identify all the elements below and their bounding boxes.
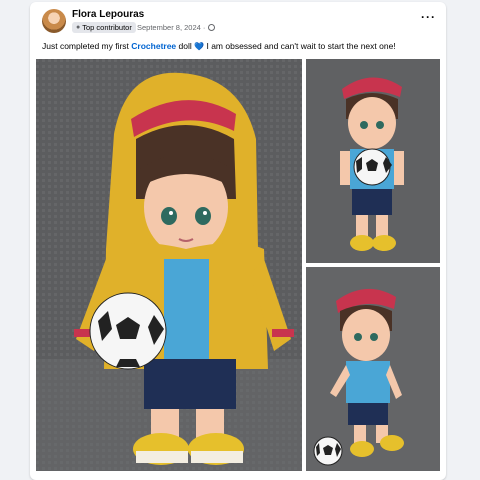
globe-icon xyxy=(208,24,216,31)
doll-photo-main xyxy=(36,59,302,471)
author-name[interactable]: Flora Lepouras xyxy=(72,9,144,20)
photo-main[interactable] xyxy=(36,59,302,471)
caption-text-start: Just completed my first xyxy=(42,41,132,51)
doll-photo-with-ball xyxy=(306,267,440,471)
badge-icon: ● xyxy=(76,24,81,31)
post-meta: September 8, 2024 · xyxy=(137,23,216,32)
post-date[interactable]: September 8, 2024 · xyxy=(137,23,205,32)
doll-photo-holding-ball xyxy=(306,59,440,263)
blue-heart-icon: 💙 xyxy=(194,42,205,51)
post-caption: Just completed my first Crochetree doll … xyxy=(42,41,396,51)
photo-bottom-right[interactable] xyxy=(306,267,440,471)
top-contributor-badge[interactable]: ● Top contributor xyxy=(72,22,136,33)
post-card: Flora Lepouras ● Top contributor Septemb… xyxy=(30,2,446,480)
caption-text-middle: doll xyxy=(176,41,195,51)
photo-top-right[interactable] xyxy=(306,59,440,263)
badge-label: Top contributor xyxy=(82,23,132,32)
photo-gallery xyxy=(36,59,440,471)
post-header: Flora Lepouras ● Top contributor Septemb… xyxy=(30,2,446,36)
author-avatar[interactable] xyxy=(42,9,66,33)
caption-text-end: I am obsessed and can't wait to start th… xyxy=(204,41,396,51)
more-options-button[interactable]: ··· xyxy=(421,10,436,24)
crochetree-link[interactable]: Crochetree xyxy=(131,41,176,51)
